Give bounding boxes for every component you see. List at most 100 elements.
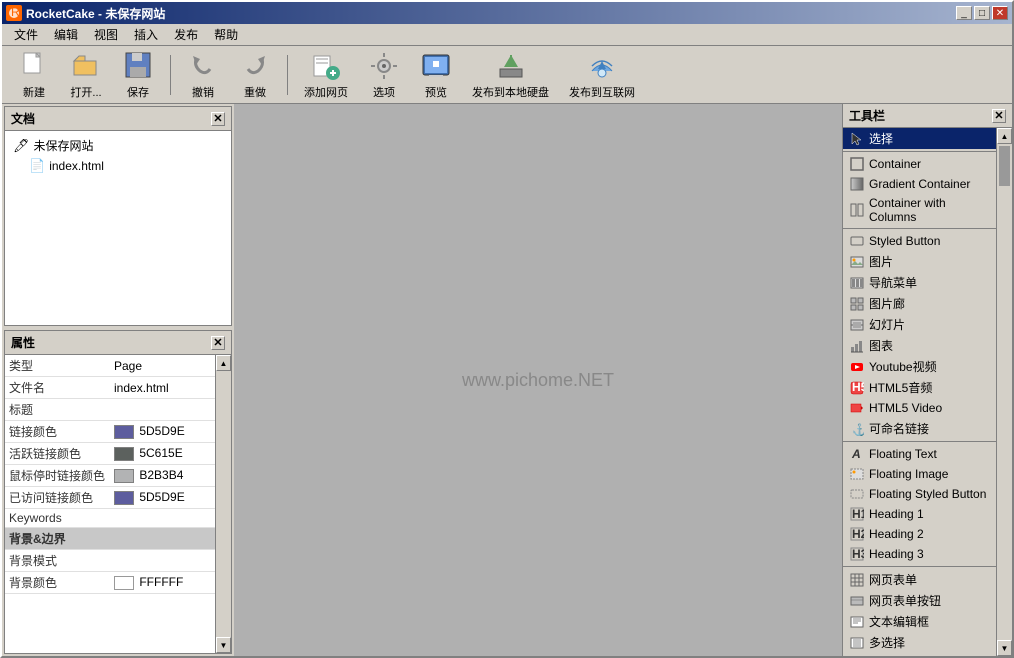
link-color-value[interactable]: 5D5D9E xyxy=(110,421,215,443)
tool-floating-text[interactable]: A Floating Text xyxy=(843,444,996,464)
hover-link-swatch[interactable] xyxy=(114,469,134,483)
active-link-value[interactable]: 5C615E xyxy=(110,443,215,465)
props-scrollbar[interactable]: ▲ ▼ xyxy=(215,355,231,653)
prop-row-active-link: 活跃链接颜色 5C615E xyxy=(5,443,215,465)
tree-item-root[interactable]: 🖊 未保存网站 xyxy=(9,135,227,156)
tool-heading1[interactable]: H1 Heading 1 xyxy=(843,504,996,524)
tool-heading2[interactable]: H2 Heading 2 xyxy=(843,524,996,544)
options-button[interactable]: 选项 xyxy=(360,46,408,104)
tool-styled-button-label: Styled Button xyxy=(869,234,940,248)
menu-file[interactable]: 文件 xyxy=(6,24,46,45)
active-link-text: 5C615E xyxy=(139,446,182,460)
toolbox-close[interactable]: ✕ xyxy=(992,109,1006,123)
tool-anchor[interactable]: ⚓ 可命名链接 xyxy=(843,418,996,439)
tool-floating-image[interactable]: Floating Image xyxy=(843,464,996,484)
scroll-down[interactable]: ▼ xyxy=(216,637,231,653)
tool-heading3-label: Heading 3 xyxy=(869,547,924,561)
tool-multiselect-label: 多选择 xyxy=(869,634,905,651)
close-button[interactable]: ✕ xyxy=(992,6,1008,20)
type-value[interactable]: Page xyxy=(110,355,215,377)
visited-link-swatch[interactable] xyxy=(114,491,134,505)
button-icon xyxy=(849,233,865,249)
watermark: www.pichome.NET xyxy=(462,370,614,391)
save-button[interactable]: 保存 xyxy=(114,46,162,104)
tool-youtube[interactable]: Youtube视频 xyxy=(843,356,996,377)
titlebar: R RocketCake - 未保存网站 _ □ ✕ xyxy=(2,2,1012,24)
preview-button[interactable]: 预览 xyxy=(412,46,460,104)
publish-local-button[interactable]: 发布到本地硬盘 xyxy=(464,46,557,104)
bg-section-label: 背景&边界 xyxy=(5,528,215,550)
prop-row-type: 类型 Page xyxy=(5,355,215,377)
tool-gallery[interactable]: 图片廊 xyxy=(843,293,996,314)
undo-button[interactable]: 撤销 xyxy=(179,46,227,104)
tool-html5-audio[interactable]: H5 HTML5音频 xyxy=(843,377,996,398)
new-button[interactable]: 新建 xyxy=(10,46,58,104)
maximize-button[interactable]: □ xyxy=(974,6,990,20)
menu-help[interactable]: 帮助 xyxy=(206,24,246,45)
filename-label: 文件名 xyxy=(5,377,110,399)
bg-color-value[interactable]: FFFFFF xyxy=(110,572,215,594)
tool-nav[interactable]: 导航菜单 xyxy=(843,272,996,293)
tool-heading3[interactable]: H3 Heading 3 xyxy=(843,544,996,564)
tool-columns[interactable]: Container with Columns xyxy=(843,194,996,226)
bg-mode-value[interactable] xyxy=(110,550,215,572)
tool-web-button[interactable]: 网页表单按钮 xyxy=(843,590,996,611)
tool-styled-button[interactable]: Styled Button xyxy=(843,231,996,251)
toolbox-scroll-up[interactable]: ▲ xyxy=(997,128,1012,144)
publish-web-button[interactable]: 发布到互联网 xyxy=(561,46,643,104)
active-link-swatch[interactable] xyxy=(114,447,134,461)
documents-panel: 文档 ✕ 🖊 未保存网站 📄 index.html xyxy=(4,106,232,326)
documents-close[interactable]: ✕ xyxy=(211,112,225,126)
tool-nav-label: 导航菜单 xyxy=(869,274,917,291)
menu-edit[interactable]: 编辑 xyxy=(46,24,86,45)
svg-text:A: A xyxy=(851,447,861,461)
toolbox: 工具栏 ✕ 选择 xyxy=(842,104,1012,656)
tool-floating-button[interactable]: Floating Styled Button xyxy=(843,484,996,504)
tool-chart[interactable]: 图表 xyxy=(843,335,996,356)
visited-link-value[interactable]: 5D5D9E xyxy=(110,487,215,509)
tool-web-table[interactable]: 网页表单 xyxy=(843,569,996,590)
tool-multiselect[interactable]: 多选择 xyxy=(843,632,996,653)
tool-gradient-container[interactable]: Gradient Container xyxy=(843,174,996,194)
toolbox-scroll-thumb[interactable] xyxy=(999,146,1010,186)
bg-color-swatch[interactable] xyxy=(114,576,134,590)
app-icon: R xyxy=(6,5,22,21)
filename-value[interactable]: index.html xyxy=(110,377,215,399)
minimize-button[interactable]: _ xyxy=(956,6,972,20)
menu-view[interactable]: 视图 xyxy=(86,24,126,45)
title-value[interactable] xyxy=(110,399,215,421)
redo-button[interactable]: 重做 xyxy=(231,46,279,104)
gallery-icon xyxy=(849,296,865,312)
redo-label: 重做 xyxy=(244,84,266,100)
open-button[interactable]: 打开... xyxy=(62,46,110,104)
open-label: 打开... xyxy=(70,84,101,100)
options-label: 选项 xyxy=(373,84,395,100)
scroll-up[interactable]: ▲ xyxy=(216,355,231,371)
addpage-button[interactable]: 添加网页 xyxy=(296,46,356,104)
link-color-text: 5D5D9E xyxy=(139,424,184,438)
tool-text-editor[interactable]: 文本编辑框 xyxy=(843,611,996,632)
toolbox-scrollbar[interactable]: ▲ ▼ xyxy=(996,128,1012,656)
properties-close[interactable]: ✕ xyxy=(211,336,225,350)
tool-html5-video[interactable]: HTML5 Video xyxy=(843,398,996,418)
tool-text-editor-label: 文本编辑框 xyxy=(869,613,929,630)
keywords-value[interactable] xyxy=(110,509,215,528)
menubar: 文件 编辑 视图 插入 发布 帮助 xyxy=(2,24,1012,46)
link-color-swatch[interactable] xyxy=(114,425,134,439)
options-icon xyxy=(368,50,400,82)
tool-floating-text-label: Floating Text xyxy=(869,447,937,461)
tree-item-index[interactable]: 📄 index.html xyxy=(25,156,227,176)
hover-link-value[interactable]: B2B3B4 xyxy=(110,465,215,487)
toolbox-sep-1 xyxy=(843,151,996,152)
tool-container[interactable]: Container xyxy=(843,154,996,174)
toolbox-scroll-down[interactable]: ▼ xyxy=(997,640,1012,656)
tool-select-label: 选择 xyxy=(869,130,893,147)
menu-publish[interactable]: 发布 xyxy=(166,24,206,45)
tool-slideshow[interactable]: 幻灯片 xyxy=(843,314,996,335)
prop-row-link-color: 链接颜色 5D5D9E xyxy=(5,421,215,443)
h3-icon: H3 xyxy=(849,546,865,562)
menu-insert[interactable]: 插入 xyxy=(126,24,166,45)
tool-select[interactable]: 选择 xyxy=(843,128,996,149)
scroll-track xyxy=(216,371,231,637)
tool-image[interactable]: 图片 xyxy=(843,251,996,272)
